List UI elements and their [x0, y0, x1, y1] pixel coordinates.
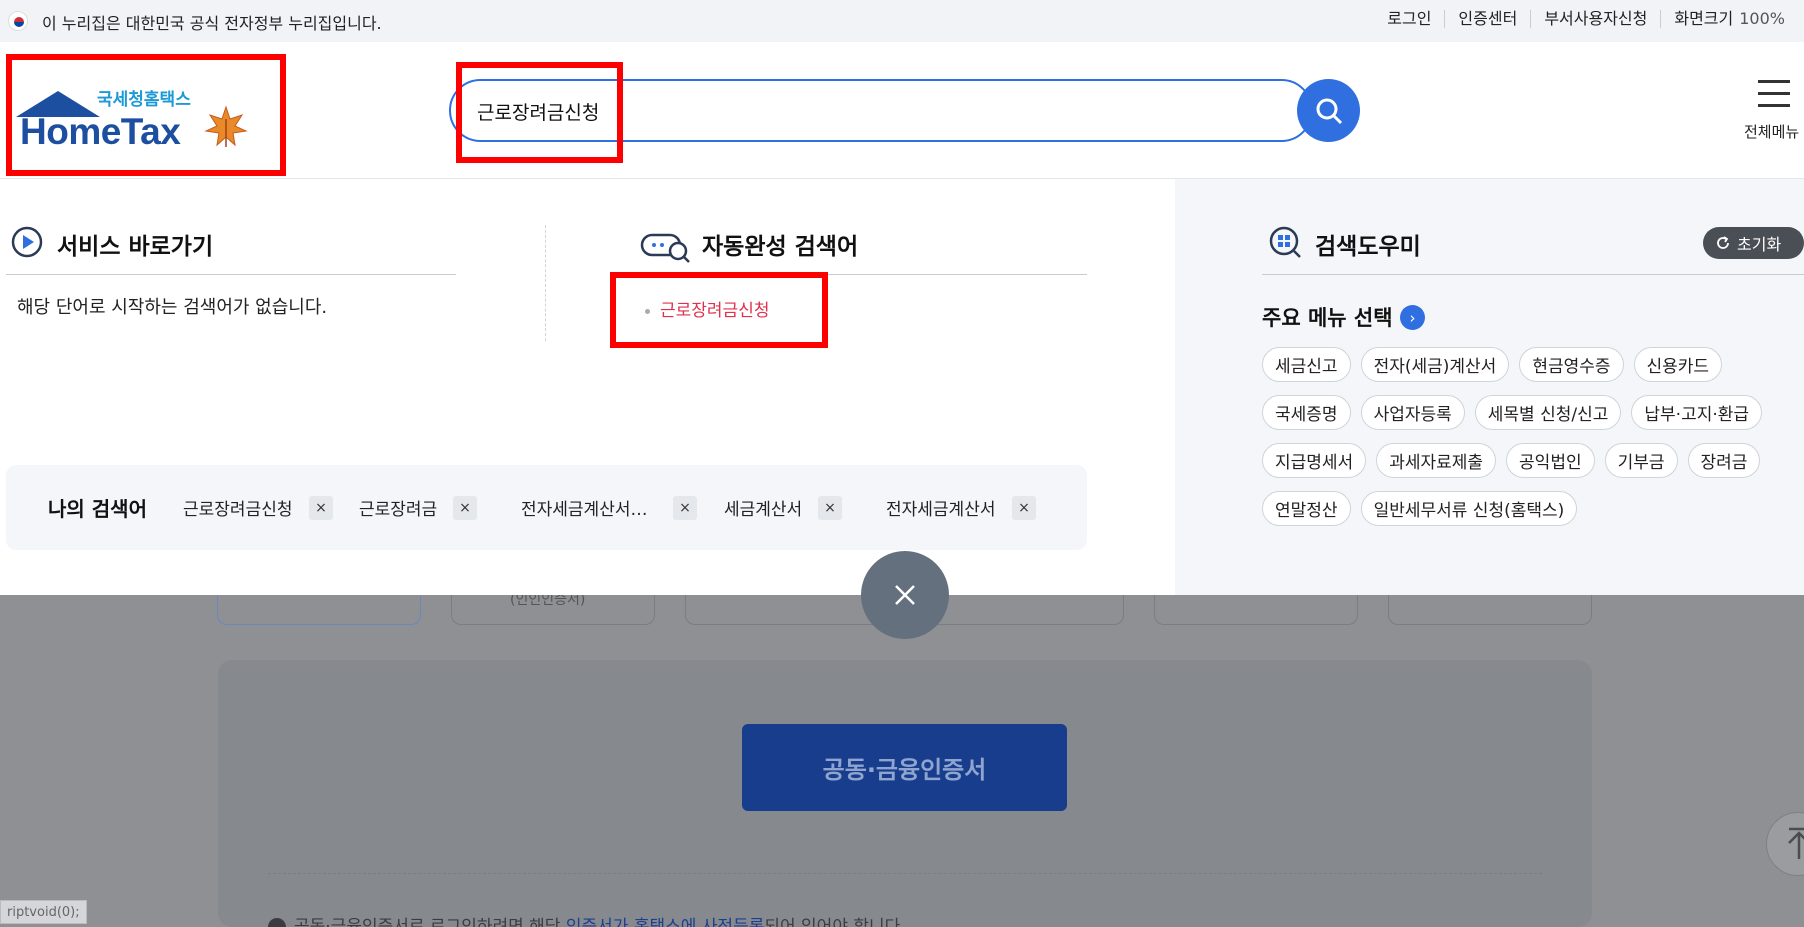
menu-chip-public-corporation[interactable]: 공익법인 [1506, 443, 1595, 478]
my-search-item[interactable]: 전자세금계산서… [521, 495, 647, 520]
close-dropdown-button[interactable] [861, 551, 949, 639]
notice-text-end: 되어 있어야 합니다. [764, 917, 906, 927]
menu-chip-tax-data-submission[interactable]: 과세자료제출 [1376, 443, 1497, 478]
reset-button[interactable]: 초기화 [1703, 227, 1804, 259]
search-icon [1316, 98, 1342, 124]
all-menu-button[interactable]: 전체메뉴 [1740, 78, 1804, 148]
notice-link[interactable]: 인증서가 홈택스에 사전등록 [566, 917, 765, 927]
main-menu-chips: 세금신고 전자(세금)계산서 현금영수증 신용카드 국세증명 사업자등록 세목별… [1262, 347, 1792, 526]
menu-chip-tax-item-application[interactable]: 세목별 신청/신고 [1474, 395, 1622, 430]
search-helper-title: 검색도우미 [1315, 234, 1421, 260]
status-bar: riptvoid(0); [0, 900, 87, 924]
play-circle-icon [11, 226, 43, 258]
autocomplete-item-label: 근로장려금신청 [660, 301, 770, 321]
chevron-right-icon[interactable]: › [1400, 305, 1425, 330]
gov-banner-text: 이 누리집은 대한민국 공식 전자정부 누리집입니다. [42, 14, 382, 33]
gov-banner: 이 누리집은 대한민국 공식 전자정부 누리집입니다. 로그인 인증센터 부서사… [0, 0, 1804, 42]
zoom-control[interactable]: 화면크기 100% [1660, 10, 1798, 28]
refresh-icon [1717, 236, 1729, 249]
close-icon[interactable]: × [309, 496, 333, 520]
menu-chip-incentive[interactable]: 장려금 [1687, 443, 1761, 478]
hamburger-icon [1758, 80, 1790, 116]
dept-user-link[interactable]: 부서사용자신청 [1530, 10, 1660, 28]
gov-links: 로그인 인증센터 부서사용자신청 화면크기 100% [1374, 10, 1798, 28]
korea-flag-icon [8, 11, 28, 31]
hometax-logo[interactable]: 국세청홈택스 HomeTax [12, 67, 262, 167]
zoom-label: 화면크기 [1674, 9, 1734, 28]
menu-chip-tax-report[interactable]: 세금신고 [1262, 347, 1351, 382]
menu-chip-payment-refund[interactable]: 납부·고지·환급 [1631, 395, 1763, 430]
search-input[interactable] [477, 95, 1237, 127]
my-search-item[interactable]: 근로장려금 [359, 495, 437, 520]
menu-chip-credit-card[interactable]: 신용카드 [1633, 347, 1723, 382]
autocomplete-title: 자동완성 검색어 [702, 234, 859, 260]
notice-text: 공동·금융인증서로 로그인하려면 해당 [294, 917, 566, 927]
logo-title: HomeTax [20, 111, 181, 152]
notice-info-icon [268, 918, 286, 927]
menu-chip-tax-certificate[interactable]: 국세증명 [1262, 395, 1351, 430]
menu-chip-payment-statement[interactable]: 지급명세서 [1262, 443, 1367, 478]
menu-chip-donation[interactable]: 기부금 [1604, 443, 1678, 478]
menu-chip-business-registration[interactable]: 사업자등록 [1360, 395, 1465, 430]
close-icon[interactable]: × [1012, 496, 1036, 520]
menu-chip-e-invoice[interactable]: 전자(세금)계산서 [1360, 347, 1510, 382]
service-shortcut-title: 서비스 바로가기 [57, 234, 214, 260]
my-search-item[interactable]: 전자세금계산서 [886, 495, 995, 520]
reset-label: 초기화 [1737, 235, 1782, 254]
menu-chip-year-end-settlement[interactable]: 연말정산 [1262, 491, 1351, 526]
my-search-history: 나의 검색어 근로장려금신청 × 근로장려금 × 전자세금계산서… × 세금계산… [6, 465, 1087, 550]
maple-leaf-icon [204, 105, 248, 147]
search-box [449, 79, 1313, 142]
logo-subtitle: 국세청홈택스 [97, 90, 191, 109]
all-menu-label: 전체메뉴 [1744, 123, 1800, 141]
main-menu-title: 주요 메뉴 선택 [1262, 306, 1393, 330]
divider [640, 274, 1087, 275]
menu-chip-general-tax-documents[interactable]: 일반세무서류 신청(홈택스) [1360, 491, 1578, 526]
divider [268, 873, 1542, 874]
close-icon [895, 585, 915, 605]
close-icon[interactable]: × [673, 496, 697, 520]
joint-cert-login-button[interactable]: 공동·금융인증서 [742, 724, 1067, 811]
search-helper-icon [1269, 226, 1301, 258]
close-icon[interactable]: × [453, 496, 477, 520]
login-link[interactable]: 로그인 [1374, 10, 1444, 28]
arrow-up-icon [1788, 827, 1804, 859]
divider [6, 274, 456, 275]
my-search-item[interactable]: 근로장려금신청 [183, 495, 292, 520]
divider [1262, 274, 1804, 275]
autocomplete-search-icon [640, 233, 690, 263]
cert-notice: 공동·금융인증서로 로그인하려면 해당 인증서가 홈택스에 사전등록되어 있어야… [268, 912, 906, 927]
search-button[interactable] [1297, 79, 1360, 142]
cert-center-link[interactable]: 인증센터 [1444, 10, 1530, 28]
close-icon[interactable]: × [818, 496, 842, 520]
menu-chip-cash-receipt[interactable]: 현금영수증 [1519, 347, 1624, 382]
no-result-message: 해당 단어로 시작하는 검색어가 없습니다. [17, 297, 328, 318]
zoom-value: 100% [1739, 9, 1785, 28]
divider [545, 225, 546, 341]
scroll-top-button[interactable] [1766, 812, 1804, 876]
autocomplete-item[interactable]: 근로장려금신청 [645, 296, 769, 321]
bullet [645, 308, 650, 314]
my-search-item[interactable]: 세금계산서 [724, 495, 802, 520]
my-search-title: 나의 검색어 [48, 497, 147, 521]
